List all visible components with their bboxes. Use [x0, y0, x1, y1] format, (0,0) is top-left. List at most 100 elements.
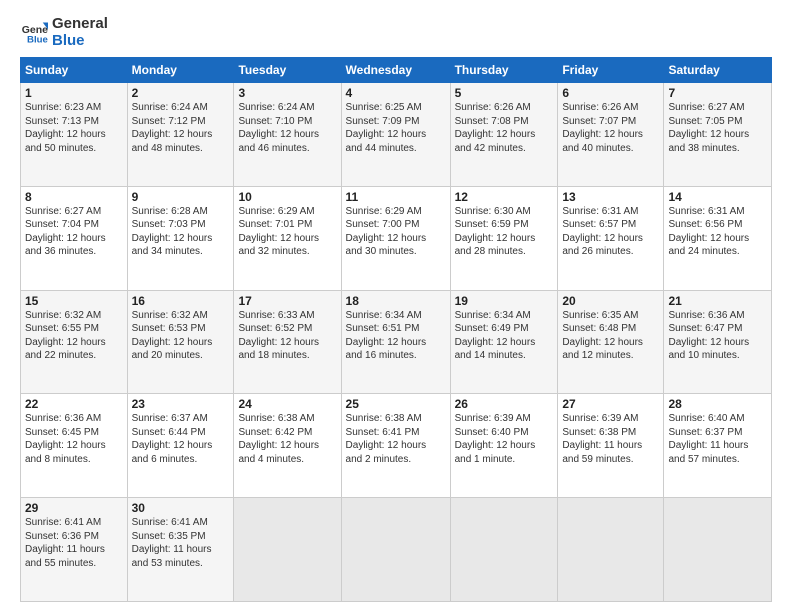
day-number: 2	[132, 86, 230, 100]
weekday-thursday: Thursday	[450, 58, 558, 83]
day-cell: 26Sunrise: 6:39 AM Sunset: 6:40 PM Dayli…	[450, 394, 558, 498]
day-number: 10	[238, 190, 336, 204]
day-cell: 11Sunrise: 6:29 AM Sunset: 7:00 PM Dayli…	[341, 186, 450, 290]
day-info: Sunrise: 6:41 AM Sunset: 6:36 PM Dayligh…	[25, 516, 123, 570]
day-number: 12	[455, 190, 554, 204]
week-row-1: 1Sunrise: 6:23 AM Sunset: 7:13 PM Daylig…	[21, 83, 772, 187]
day-cell: 14Sunrise: 6:31 AM Sunset: 6:56 PM Dayli…	[664, 186, 772, 290]
calendar-body: 1Sunrise: 6:23 AM Sunset: 7:13 PM Daylig…	[21, 83, 772, 602]
logo-icon: General Blue	[20, 19, 48, 47]
day-cell: 3Sunrise: 6:24 AM Sunset: 7:10 PM Daylig…	[234, 83, 341, 187]
day-cell: 10Sunrise: 6:29 AM Sunset: 7:01 PM Dayli…	[234, 186, 341, 290]
day-number: 29	[25, 501, 123, 515]
day-cell: 13Sunrise: 6:31 AM Sunset: 6:57 PM Dayli…	[558, 186, 664, 290]
day-info: Sunrise: 6:30 AM Sunset: 6:59 PM Dayligh…	[455, 205, 554, 259]
day-number: 26	[455, 397, 554, 411]
day-info: Sunrise: 6:37 AM Sunset: 6:44 PM Dayligh…	[132, 412, 230, 466]
day-cell: 17Sunrise: 6:33 AM Sunset: 6:52 PM Dayli…	[234, 290, 341, 394]
day-cell: 16Sunrise: 6:32 AM Sunset: 6:53 PM Dayli…	[127, 290, 234, 394]
page-header: General Blue General Blue	[20, 16, 772, 49]
day-info: Sunrise: 6:34 AM Sunset: 6:51 PM Dayligh…	[346, 309, 446, 363]
logo-general: General	[52, 16, 108, 33]
day-cell: 5Sunrise: 6:26 AM Sunset: 7:08 PM Daylig…	[450, 83, 558, 187]
day-info: Sunrise: 6:29 AM Sunset: 7:01 PM Dayligh…	[238, 205, 336, 259]
day-cell: 20Sunrise: 6:35 AM Sunset: 6:48 PM Dayli…	[558, 290, 664, 394]
day-number: 1	[25, 86, 123, 100]
weekday-friday: Friday	[558, 58, 664, 83]
day-info: Sunrise: 6:36 AM Sunset: 6:45 PM Dayligh…	[25, 412, 123, 466]
day-number: 17	[238, 294, 336, 308]
logo: General Blue General Blue	[20, 16, 108, 49]
weekday-wednesday: Wednesday	[341, 58, 450, 83]
day-number: 13	[562, 190, 659, 204]
day-info: Sunrise: 6:33 AM Sunset: 6:52 PM Dayligh…	[238, 309, 336, 363]
day-info: Sunrise: 6:29 AM Sunset: 7:00 PM Dayligh…	[346, 205, 446, 259]
day-cell	[558, 498, 664, 602]
day-number: 9	[132, 190, 230, 204]
day-cell: 23Sunrise: 6:37 AM Sunset: 6:44 PM Dayli…	[127, 394, 234, 498]
day-cell: 30Sunrise: 6:41 AM Sunset: 6:35 PM Dayli…	[127, 498, 234, 602]
day-cell: 25Sunrise: 6:38 AM Sunset: 6:41 PM Dayli…	[341, 394, 450, 498]
day-number: 19	[455, 294, 554, 308]
day-number: 7	[668, 86, 767, 100]
calendar-header: SundayMondayTuesdayWednesdayThursdayFrid…	[21, 58, 772, 83]
day-number: 23	[132, 397, 230, 411]
weekday-sunday: Sunday	[21, 58, 128, 83]
day-number: 14	[668, 190, 767, 204]
day-info: Sunrise: 6:23 AM Sunset: 7:13 PM Dayligh…	[25, 101, 123, 155]
day-cell	[450, 498, 558, 602]
calendar-page: General Blue General Blue SundayMondayTu…	[0, 0, 792, 612]
calendar-table: SundayMondayTuesdayWednesdayThursdayFrid…	[20, 57, 772, 602]
weekday-tuesday: Tuesday	[234, 58, 341, 83]
day-cell: 1Sunrise: 6:23 AM Sunset: 7:13 PM Daylig…	[21, 83, 128, 187]
day-info: Sunrise: 6:26 AM Sunset: 7:07 PM Dayligh…	[562, 101, 659, 155]
day-info: Sunrise: 6:24 AM Sunset: 7:12 PM Dayligh…	[132, 101, 230, 155]
day-number: 11	[346, 190, 446, 204]
day-number: 15	[25, 294, 123, 308]
day-number: 21	[668, 294, 767, 308]
weekday-monday: Monday	[127, 58, 234, 83]
week-row-5: 29Sunrise: 6:41 AM Sunset: 6:36 PM Dayli…	[21, 498, 772, 602]
day-number: 22	[25, 397, 123, 411]
day-number: 25	[346, 397, 446, 411]
day-cell: 18Sunrise: 6:34 AM Sunset: 6:51 PM Dayli…	[341, 290, 450, 394]
svg-text:Blue: Blue	[27, 34, 48, 45]
day-cell	[341, 498, 450, 602]
day-info: Sunrise: 6:26 AM Sunset: 7:08 PM Dayligh…	[455, 101, 554, 155]
day-number: 30	[132, 501, 230, 515]
day-info: Sunrise: 6:27 AM Sunset: 7:04 PM Dayligh…	[25, 205, 123, 259]
day-cell: 28Sunrise: 6:40 AM Sunset: 6:37 PM Dayli…	[664, 394, 772, 498]
day-number: 16	[132, 294, 230, 308]
day-cell: 7Sunrise: 6:27 AM Sunset: 7:05 PM Daylig…	[664, 83, 772, 187]
day-info: Sunrise: 6:38 AM Sunset: 6:42 PM Dayligh…	[238, 412, 336, 466]
weekday-header-row: SundayMondayTuesdayWednesdayThursdayFrid…	[21, 58, 772, 83]
day-cell: 19Sunrise: 6:34 AM Sunset: 6:49 PM Dayli…	[450, 290, 558, 394]
day-cell: 2Sunrise: 6:24 AM Sunset: 7:12 PM Daylig…	[127, 83, 234, 187]
day-number: 18	[346, 294, 446, 308]
day-info: Sunrise: 6:32 AM Sunset: 6:53 PM Dayligh…	[132, 309, 230, 363]
day-info: Sunrise: 6:24 AM Sunset: 7:10 PM Dayligh…	[238, 101, 336, 155]
day-info: Sunrise: 6:41 AM Sunset: 6:35 PM Dayligh…	[132, 516, 230, 570]
day-number: 24	[238, 397, 336, 411]
day-cell: 12Sunrise: 6:30 AM Sunset: 6:59 PM Dayli…	[450, 186, 558, 290]
day-info: Sunrise: 6:35 AM Sunset: 6:48 PM Dayligh…	[562, 309, 659, 363]
day-info: Sunrise: 6:27 AM Sunset: 7:05 PM Dayligh…	[668, 101, 767, 155]
day-cell: 6Sunrise: 6:26 AM Sunset: 7:07 PM Daylig…	[558, 83, 664, 187]
week-row-3: 15Sunrise: 6:32 AM Sunset: 6:55 PM Dayli…	[21, 290, 772, 394]
day-number: 4	[346, 86, 446, 100]
day-cell	[234, 498, 341, 602]
day-number: 28	[668, 397, 767, 411]
day-cell: 29Sunrise: 6:41 AM Sunset: 6:36 PM Dayli…	[21, 498, 128, 602]
day-info: Sunrise: 6:39 AM Sunset: 6:38 PM Dayligh…	[562, 412, 659, 466]
day-cell: 22Sunrise: 6:36 AM Sunset: 6:45 PM Dayli…	[21, 394, 128, 498]
day-info: Sunrise: 6:31 AM Sunset: 6:56 PM Dayligh…	[668, 205, 767, 259]
day-info: Sunrise: 6:28 AM Sunset: 7:03 PM Dayligh…	[132, 205, 230, 259]
week-row-2: 8Sunrise: 6:27 AM Sunset: 7:04 PM Daylig…	[21, 186, 772, 290]
day-number: 3	[238, 86, 336, 100]
day-info: Sunrise: 6:38 AM Sunset: 6:41 PM Dayligh…	[346, 412, 446, 466]
day-number: 8	[25, 190, 123, 204]
day-cell: 27Sunrise: 6:39 AM Sunset: 6:38 PM Dayli…	[558, 394, 664, 498]
day-number: 6	[562, 86, 659, 100]
day-info: Sunrise: 6:36 AM Sunset: 6:47 PM Dayligh…	[668, 309, 767, 363]
day-info: Sunrise: 6:40 AM Sunset: 6:37 PM Dayligh…	[668, 412, 767, 466]
